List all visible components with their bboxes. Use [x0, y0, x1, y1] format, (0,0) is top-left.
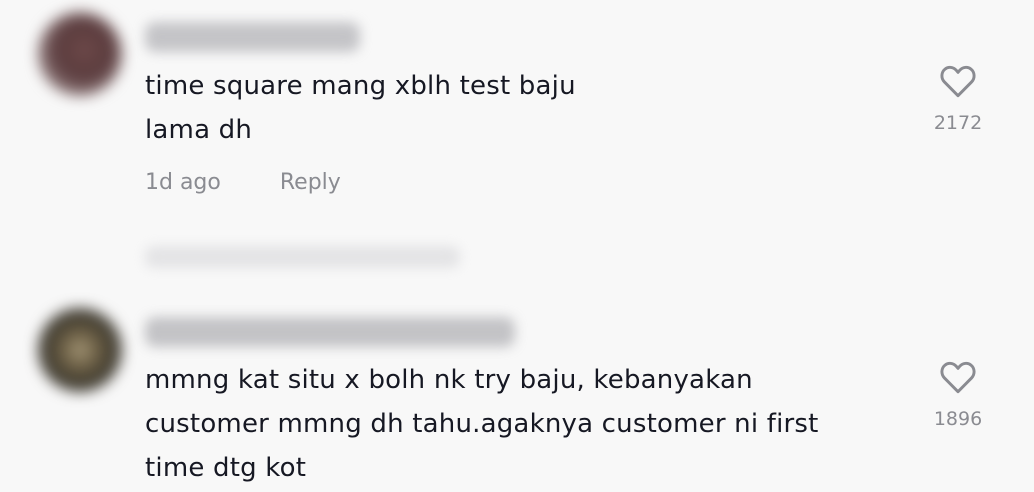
avatar[interactable]	[38, 308, 122, 392]
like-count: 1896	[933, 408, 983, 430]
comment-item: mmng kat situ x bolh nk try baju, kebany…	[0, 290, 1034, 492]
comment-text: time square mang xblh test baju lama dh	[145, 71, 576, 145]
comment-text: mmng kat situ x bolh nk try baju, kebany…	[145, 365, 819, 483]
username-blurred[interactable]	[145, 317, 515, 347]
like-count: 2172	[933, 112, 983, 134]
avatar[interactable]	[38, 12, 122, 96]
comment-item: time square mang xblh test baju lama dh …	[0, 0, 1034, 290]
view-more-replies-blurred[interactable]	[145, 246, 460, 268]
heart-outline-icon	[940, 361, 976, 394]
like-button[interactable]: 2172	[918, 64, 998, 134]
reply-button[interactable]: Reply	[280, 170, 341, 195]
username-blurred[interactable]	[145, 22, 360, 52]
comment-meta: 1d ago Reply	[145, 170, 341, 195]
heart-outline-icon	[940, 65, 976, 98]
like-button[interactable]: 1896	[918, 360, 998, 430]
comment-timestamp: 1d ago	[145, 170, 221, 195]
